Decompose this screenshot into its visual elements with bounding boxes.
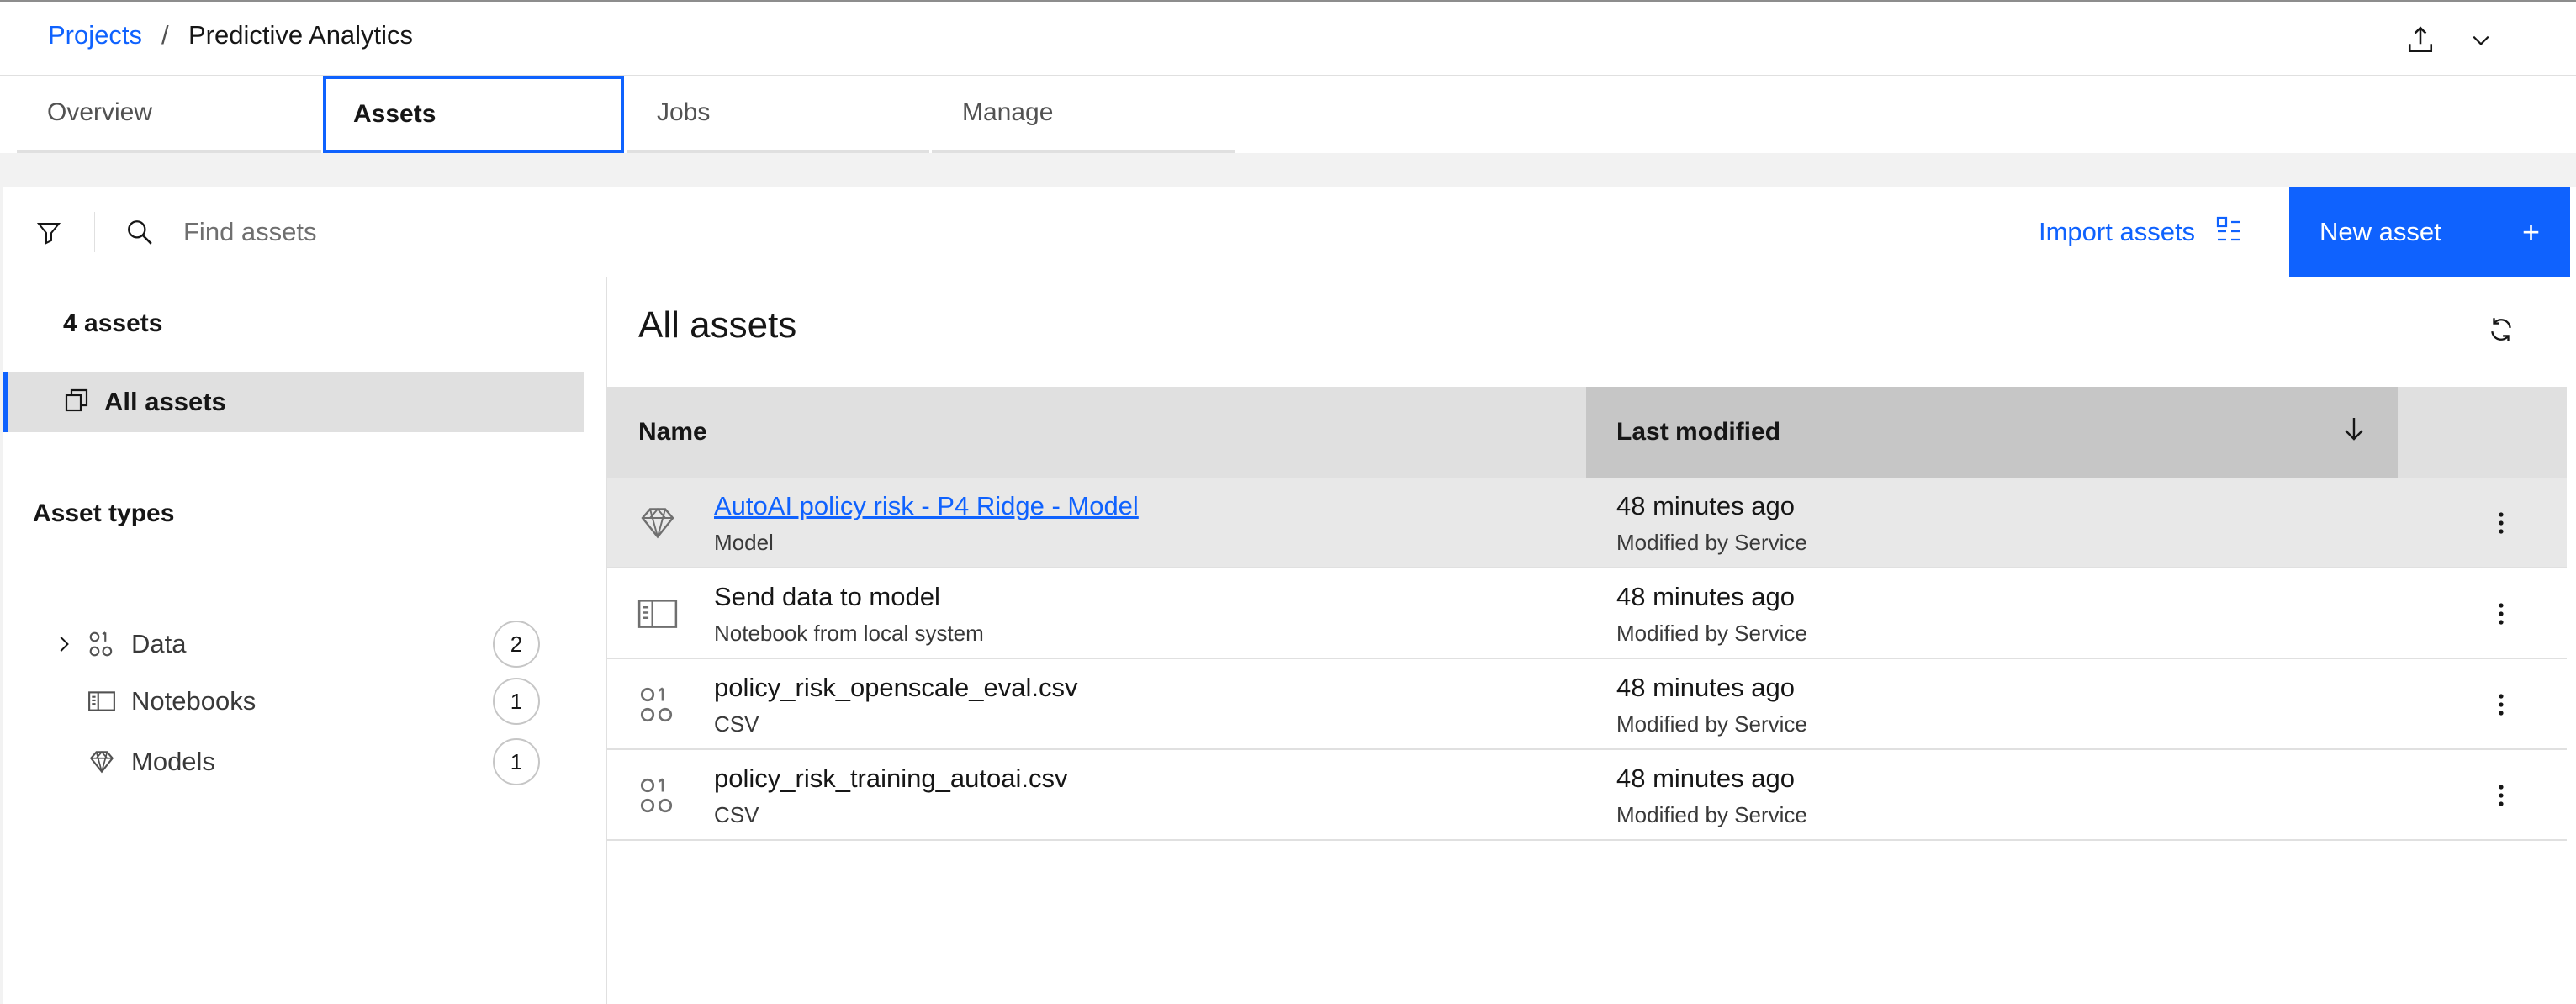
count-badge: 1: [493, 738, 540, 785]
chevron-down-icon[interactable]: [2462, 22, 2499, 59]
sidebar-type-label: Models: [131, 747, 215, 776]
page-title: All assets: [638, 304, 797, 346]
table-row[interactable]: policy_risk_openscale_eval.csv CSV 48 mi…: [607, 659, 2567, 750]
data-icon: [636, 774, 680, 817]
search-icon: [121, 214, 158, 251]
tab-overview[interactable]: Overview: [17, 76, 321, 153]
table-row[interactable]: AutoAI policy risk - P4 Ridge - Model Mo…: [607, 478, 2567, 568]
asset-types-heading: Asset types: [33, 499, 175, 527]
breadcrumb-current: Predictive Analytics: [188, 20, 414, 50]
table-row[interactable]: Send data to model Notebook from local s…: [607, 568, 2567, 659]
notebook-icon: [87, 687, 131, 716]
new-asset-button[interactable]: New asset +: [2289, 187, 2570, 277]
import-assets-button[interactable]: Import assets: [2039, 209, 2242, 256]
column-header-last-modified[interactable]: Last modified: [1586, 387, 2398, 478]
tab-assets[interactable]: Assets: [323, 76, 624, 153]
arrow-down-icon: [2341, 415, 2367, 450]
sidebar-type-data[interactable]: Data 2: [54, 619, 558, 669]
sidebar-type-models[interactable]: Models 1: [54, 737, 558, 787]
last-modified: 48 minutes ago: [1616, 764, 1795, 793]
tab-bar: Overview Assets Jobs Manage: [0, 76, 2576, 153]
asset-type: Model: [714, 530, 774, 555]
filter-icon[interactable]: [30, 214, 67, 251]
import-assets-label: Import assets: [2039, 217, 2196, 246]
last-modified: 48 minutes ago: [1616, 673, 1795, 702]
sidebar-item-label: All assets: [104, 387, 226, 416]
sidebar-item-all-assets[interactable]: All assets: [3, 372, 584, 432]
tab-manage[interactable]: Manage: [932, 76, 1235, 153]
tab-jobs[interactable]: Jobs: [627, 76, 929, 153]
sidebar-type-label: Notebooks: [131, 686, 257, 716]
import-icon: [2215, 215, 2242, 249]
sidebar-type-notebooks[interactable]: Notebooks 1: [54, 676, 558, 727]
section-divider: [0, 153, 2576, 187]
last-modified: 48 minutes ago: [1616, 582, 1795, 611]
copy-icon: [64, 387, 91, 418]
modified-by: Modified by Service: [1616, 530, 1807, 555]
toolbar-divider: [94, 212, 95, 252]
breadcrumb-separator: /: [161, 20, 169, 50]
refresh-icon[interactable]: [2483, 311, 2520, 348]
table-header: Name Last modified: [607, 387, 2567, 478]
asset-name[interactable]: Send data to model: [714, 582, 940, 612]
model-icon: [87, 748, 131, 776]
model-icon: [636, 501, 680, 545]
sidebar-type-label: Data: [131, 629, 187, 658]
assets-table: Name Last modified AutoAI policy risk - …: [607, 387, 2567, 841]
asset-type: CSV: [714, 802, 759, 827]
plus-icon: +: [2521, 214, 2540, 249]
asset-list-panel: All assets Name Last modified AutoAI pol…: [607, 277, 2567, 1004]
count-badge: 1: [493, 678, 540, 725]
download-icon[interactable]: [2402, 22, 2439, 59]
asset-type: CSV: [714, 711, 759, 737]
asset-name[interactable]: policy_risk_openscale_eval.csv: [714, 673, 1078, 703]
column-header-name[interactable]: Name: [638, 387, 707, 478]
modified-by: Modified by Service: [1616, 711, 1807, 737]
overflow-menu-icon[interactable]: [2483, 505, 2520, 542]
asset-type: Notebook from local system: [714, 621, 984, 646]
table-row[interactable]: policy_risk_training_autoai.csv CSV 48 m…: [607, 750, 2567, 841]
asset-toolbar: Import assets New asset +: [3, 187, 2570, 277]
data-icon: [87, 630, 131, 658]
top-header: Projects / Predictive Analytics: [0, 0, 2576, 76]
overflow-menu-icon[interactable]: [2483, 595, 2520, 632]
asset-name[interactable]: policy_risk_training_autoai.csv: [714, 764, 1067, 794]
modified-by: Modified by Service: [1616, 802, 1807, 827]
breadcrumb-projects-link[interactable]: Projects: [48, 20, 142, 50]
search-input[interactable]: [183, 210, 1193, 254]
overflow-menu-icon[interactable]: [2483, 686, 2520, 723]
count-badge: 2: [493, 621, 540, 668]
modified-by: Modified by Service: [1616, 621, 1807, 646]
overflow-menu-icon[interactable]: [2483, 777, 2520, 814]
column-header-label: Last modified: [1616, 418, 1781, 446]
new-asset-label: New asset: [2319, 217, 2441, 246]
asset-name-link[interactable]: AutoAI policy risk - P4 Ridge - Model: [714, 491, 1139, 521]
asset-count: 4 assets: [63, 309, 163, 337]
notebook-icon: [636, 592, 680, 636]
chevron-right-icon[interactable]: [54, 634, 87, 654]
data-icon: [636, 683, 680, 727]
last-modified: 48 minutes ago: [1616, 491, 1795, 520]
asset-sidebar: 4 assets All assets Asset types Data 2 N…: [3, 277, 607, 1004]
